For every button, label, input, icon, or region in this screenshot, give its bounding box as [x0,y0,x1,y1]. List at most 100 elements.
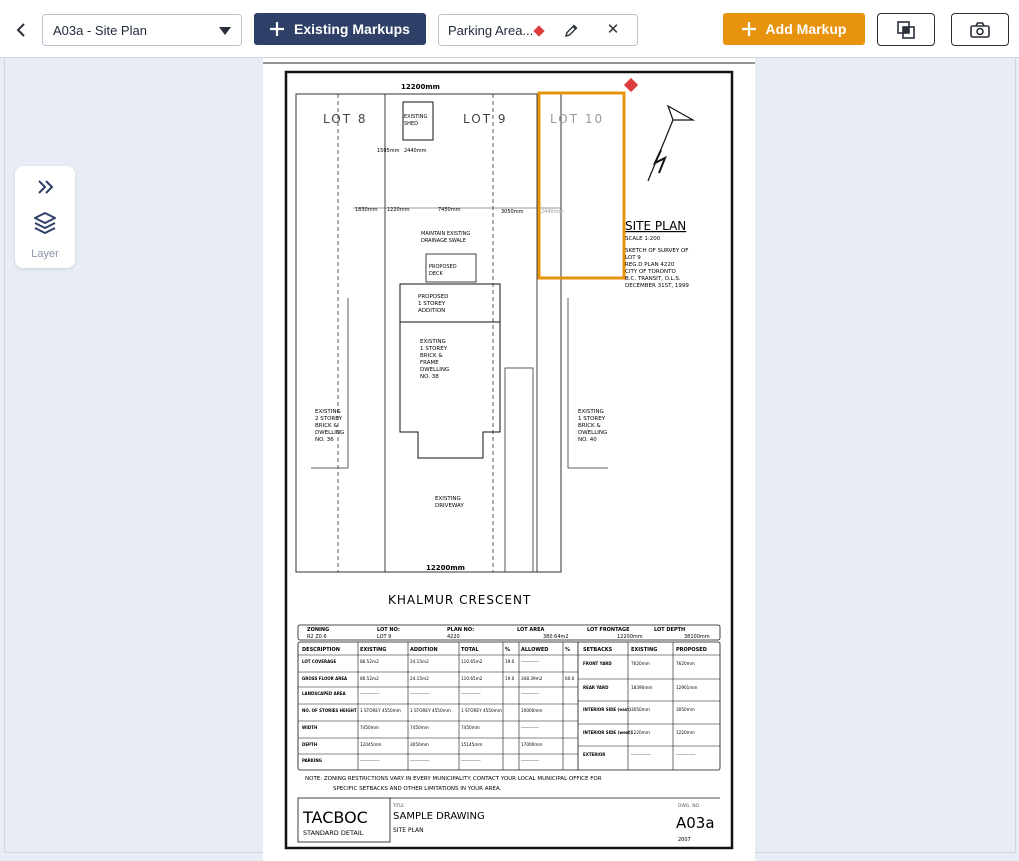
double-chevron-right-icon[interactable] [35,176,55,198]
dwelling-label-1: EXISTING [420,339,446,345]
lot-area-header: LOT AREA [517,627,545,633]
snapshot-button[interactable] [951,13,1009,46]
existing-markups-button[interactable]: Existing Markups [254,13,426,45]
table-header-cell: % [505,647,510,653]
site-plan-drawing[interactable]: 12200mm LOT 8 LOT 9 LOT 10 EXISTING SHED… [263,58,755,861]
setback-header-cell: EXISTING [631,647,657,653]
table-cell: ------------- [360,691,380,696]
plan-no-header: PLAN NO: [447,627,474,633]
title-caption: TITLE [392,803,404,808]
frontage-header: LOT FRONTAGE [587,627,630,633]
site-plan-title: SITE PLAN [625,219,686,233]
table-header-cell: EXISTING [360,647,386,653]
table-cell: ------------ [521,691,540,696]
right-dwelling-4: DWELLING [578,430,607,436]
table-header-cell: % [565,647,570,653]
table-cell: 10000mm [521,708,542,713]
close-icon[interactable]: ✕ [605,22,621,38]
overlay-squares-icon [897,20,915,39]
table-cell: 7450mm [410,725,429,730]
table-cell: 3050mm [410,742,429,747]
right-dwelling-5: NO. 40 [578,437,597,443]
table-cell: 19.0 [505,676,515,681]
driveway-label-1: EXISTING [435,496,461,502]
table-header-cell: TOTAL [461,647,480,653]
pencil-icon[interactable] [563,23,579,39]
existing-markups-label: Existing Markups [294,21,410,37]
maintain-label-2: DRAINAGE SWALE [421,238,466,244]
lot-no-value: LOT 9 [377,634,391,640]
setback-cell: ------------- [631,752,651,757]
title-main: SAMPLE DRAWING [393,811,485,822]
markup-filter-chip[interactable]: Parking Area... ✕ [438,14,638,46]
setback-row-label: EXTERIOR [583,752,605,757]
dim-mid-d: 3050mm [501,209,524,215]
sheet-select[interactable]: A03a - Site Plan [42,14,242,46]
camera-icon [970,21,990,38]
lot-9-label: LOT 9 [463,112,507,126]
setback-table: SETBACKS EXISTING PROPOSED FRONT YARD 7620mm… [578,642,720,770]
dwelling-label-3: BRICK & [420,353,443,359]
note-line-2: SPECIFIC SETBACKS AND OTHER LIMITATIONS … [333,786,501,792]
table-row-label: WIDTH [302,725,317,730]
setback-header-cell: PROPOSED [676,647,707,653]
table-row-label: PARKING [302,758,322,763]
table-cell: 1 STOREY 4550mm [461,708,502,713]
table-cell: ------------- [410,758,430,763]
table-header-cell: ALLOWED [521,647,548,653]
table-cell: ------------- [360,758,380,763]
table-cell: 24.15m2 [410,676,429,681]
lot-area-value: 380.64m2 [543,634,569,640]
compare-sheets-button[interactable] [877,13,935,46]
markup-anchor-diamond[interactable] [623,77,639,93]
table-header-cell: ADDITION [410,647,438,653]
add-markup-button[interactable]: Add Markup [723,13,865,45]
layer-label: Layer [31,248,59,260]
chevron-left-icon [16,23,25,37]
table-row-label: LOT COVERAGE [302,659,336,664]
deck-label-2: DECK [429,271,444,277]
addition-label-3: ADDITION [418,308,445,314]
site-plan-note-4: REG.D PLAN 4220 [625,262,675,268]
table-row-label: GROSS FLOOR AREA [302,676,348,681]
plus-icon [270,22,285,36]
table-cell: 60.0 [565,676,575,681]
table-cell: 15145mm [461,742,482,747]
dim-top: 12200mm [401,83,440,91]
setback-row-label: REAR YARD [583,685,609,690]
setback-row-label: INTERIOR SIDE (east) [583,707,631,712]
lot-10-label: LOT 10 [550,112,604,126]
left-dwelling-1: EXISTING [315,409,341,415]
setback-cell: 1220mm [676,730,695,735]
layers-icon[interactable] [32,210,58,236]
table-cell: 7450mm [461,725,480,730]
maintain-label-1: MAINTAIN EXISTING [421,231,470,237]
caret-down-icon [219,27,231,35]
street-name: KHALMUR CRESCENT [388,593,531,607]
setback-cell: 3050mm [676,707,695,712]
plus-icon [741,22,756,36]
back-button[interactable] [10,16,32,44]
right-dwelling-3: BRICK & [578,423,601,429]
table-header-cell: DESCRIPTION [302,647,340,653]
setback-cell: 12901mm [676,685,697,690]
left-dwelling-4: DWELLING [315,430,344,436]
setback-cell: 7620mm [631,661,650,666]
dwg-no: A03a [676,814,715,832]
table-cell: 7450mm [360,725,379,730]
table-row-label: NO. OF STORIES HEIGHT [302,708,357,713]
dwelling-label-2: 1 STOREY [420,346,448,352]
north-arrow-icon [647,104,696,182]
setback-cell: 1220mm [631,730,650,735]
dim-mid-e: 2440mm [541,209,564,215]
top-toolbar: A03a - Site Plan Existing Markups Parkin… [0,0,1019,58]
right-dwelling-2: 1 STOREY [578,416,606,422]
dwelling-label-4: FRAME [420,360,439,366]
setback-row-label: FRONT YARD [583,661,612,666]
lot-no-header: LOT NO: [377,627,400,633]
lot-depth-header: LOT DEPTH [654,627,685,633]
title-sub: SITE PLAN [393,827,424,834]
logo-text: TACBOC [302,808,368,827]
deck-label-1: PROPOSED [429,264,457,270]
dim-shed-b: 2440mm [404,148,427,154]
